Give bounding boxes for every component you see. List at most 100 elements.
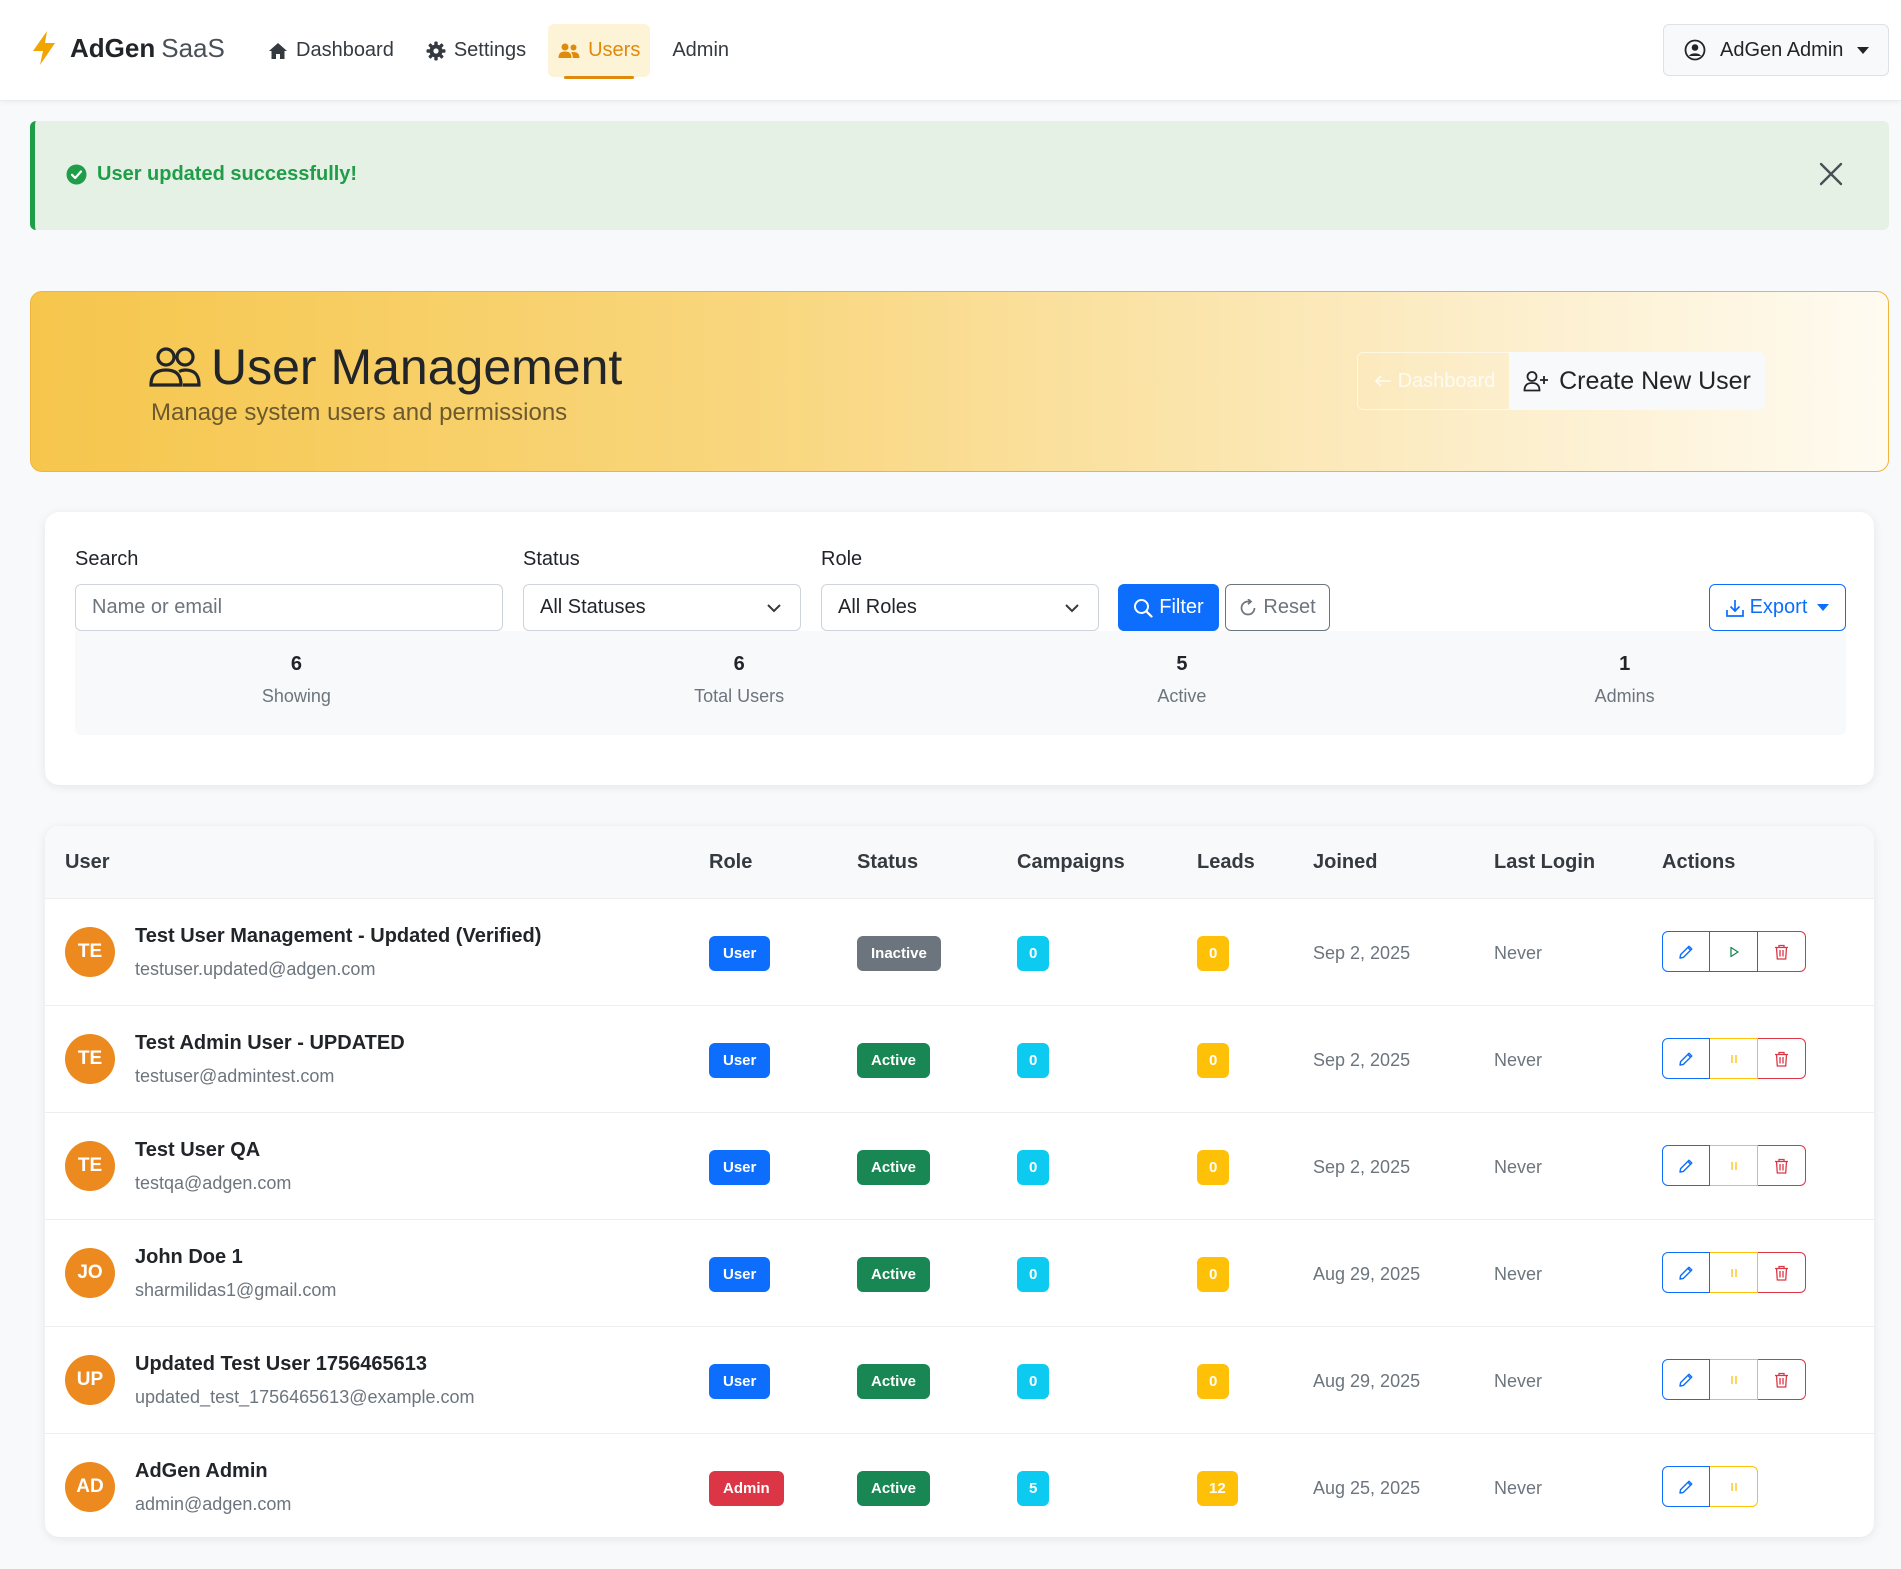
success-alert: User updated successfully!: [30, 121, 1889, 230]
caret-down-icon: [1857, 46, 1870, 54]
edit-user-button[interactable]: [1662, 1145, 1710, 1186]
row-actions: [1662, 931, 1806, 972]
campaigns-count: 0: [1029, 1052, 1038, 1069]
last-login: Never: [1494, 1050, 1543, 1070]
brand-logo[interactable]: AdGen SaaS: [30, 30, 225, 66]
edit-user-button[interactable]: [1662, 1038, 1710, 1079]
leads-badge: 0: [1197, 1257, 1230, 1292]
pause-icon: [1730, 1054, 1737, 1063]
chevron-down-icon: [1065, 604, 1079, 613]
status-select[interactable]: All Statuses: [523, 584, 801, 631]
deactivate-user-button[interactable]: [1710, 1252, 1758, 1293]
caret-down-icon: [1817, 604, 1830, 611]
delete-user-button[interactable]: [1758, 1359, 1806, 1400]
pencil-icon: [1679, 945, 1693, 959]
pause-icon: [1730, 1482, 1737, 1491]
stat-admins: 1 Admins: [1403, 631, 1846, 735]
user-email: testuser@admintest.com: [135, 1066, 335, 1086]
avatar: AD: [65, 1462, 115, 1512]
last-login: Never: [1494, 1371, 1543, 1391]
role-select-value: All Roles: [838, 596, 917, 618]
last-login: Never: [1494, 1478, 1543, 1498]
search-input[interactable]: Name or email: [75, 584, 503, 631]
filter-button[interactable]: Filter: [1118, 584, 1219, 631]
status-badge-text: Active: [871, 1159, 917, 1176]
reset-button[interactable]: Reset: [1225, 584, 1330, 631]
pencil-icon: [1679, 1266, 1693, 1280]
user-menu-dropdown[interactable]: AdGen Admin: [1663, 24, 1889, 76]
status-badge: Active: [857, 1471, 931, 1506]
deactivate-user-button[interactable]: [1710, 1466, 1758, 1507]
leads-count: 0: [1209, 1159, 1218, 1176]
chevron-down-icon: [767, 604, 781, 613]
create-button-label: Create New User: [1559, 366, 1751, 395]
trash-icon: [1775, 1372, 1788, 1388]
role-badge-text: Admin: [723, 1480, 770, 1497]
create-new-user-button[interactable]: Create New User: [1509, 352, 1765, 410]
nav-item-dashboard[interactable]: Dashboard: [258, 24, 404, 77]
delete-user-button[interactable]: [1758, 931, 1806, 972]
avatar-initials: JO: [77, 1262, 103, 1283]
nav-item-admin[interactable]: Admin: [662, 24, 739, 77]
column-header-status: Status: [857, 851, 919, 873]
gear-icon: [426, 41, 446, 60]
alert-message: User updated successfully!: [66, 163, 357, 186]
edit-user-button[interactable]: [1662, 1252, 1710, 1293]
status-badge: Active: [857, 1043, 931, 1078]
avatar-initials: TE: [77, 1155, 103, 1176]
search-icon: [1134, 598, 1153, 618]
reset-button-label: Reset: [1263, 596, 1316, 618]
role-badge: User: [709, 1257, 771, 1292]
edit-user-button[interactable]: [1662, 1359, 1710, 1400]
table-row: UP Updated Test User 1756465613 updated_te…: [45, 1326, 1874, 1433]
pause-icon: [1730, 1161, 1737, 1170]
search-label: Search: [75, 548, 139, 570]
joined-date: Aug 29, 2025: [1313, 1371, 1421, 1391]
deactivate-user-button[interactable]: [1710, 1359, 1758, 1400]
edit-user-button[interactable]: [1662, 931, 1710, 972]
row-actions: [1662, 1038, 1806, 1079]
stat-value: 6: [290, 653, 302, 675]
avatar: TE: [65, 927, 115, 977]
nav-item-label: Settings: [453, 39, 527, 61]
brand-name: AdGen: [70, 32, 156, 63]
joined-date: Sep 2, 2025: [1313, 1157, 1411, 1177]
export-dropdown-button[interactable]: Export: [1709, 584, 1846, 631]
status-badge-text: Active: [871, 1373, 917, 1390]
nav-item-settings[interactable]: Settings: [416, 24, 536, 77]
user-name: Updated Test User 1756465613: [135, 1353, 428, 1375]
user-stats: 6 Showing 6 Total Users 5 Active 1 Admin…: [75, 631, 1846, 735]
nav-item-users[interactable]: Users: [548, 24, 651, 79]
deactivate-user-button[interactable]: [1710, 1038, 1758, 1079]
avatar: TE: [65, 1141, 115, 1191]
close-icon[interactable]: [1818, 161, 1844, 187]
user-email: sharmilidas1@gmail.com: [135, 1280, 337, 1300]
activate-user-button[interactable]: [1710, 931, 1758, 972]
home-icon: [269, 42, 287, 59]
column-header-actions: Actions: [1662, 851, 1736, 873]
leads-badge: 12: [1197, 1471, 1238, 1506]
stat-label: Showing: [261, 686, 331, 706]
leads-count: 0: [1209, 1373, 1218, 1390]
role-select[interactable]: All Roles: [821, 584, 1099, 631]
stat-label: Admins: [1594, 686, 1655, 706]
last-login: Never: [1494, 1157, 1543, 1177]
nav-links: Dashboard Settings Users Admin: [258, 24, 751, 79]
delete-user-button[interactable]: [1758, 1038, 1806, 1079]
column-header-leads: Leads: [1197, 851, 1255, 873]
leads-badge: 0: [1197, 1364, 1230, 1399]
edit-user-button[interactable]: [1662, 1466, 1710, 1507]
back-to-dashboard-button[interactable]: Dashboard: [1357, 352, 1512, 410]
person-plus-icon: [1523, 371, 1549, 392]
table-row: AD AdGen Admin admin@adgen.com Admin Active 5…: [45, 1433, 1874, 1537]
role-badge: User: [709, 1043, 771, 1078]
check-circle-icon: [66, 164, 87, 185]
delete-user-button[interactable]: [1758, 1252, 1806, 1293]
role-badge: Admin: [709, 1471, 784, 1506]
deactivate-user-button[interactable]: [1710, 1145, 1758, 1186]
delete-user-button[interactable]: [1758, 1145, 1806, 1186]
nav-item-label: Admin: [672, 39, 730, 61]
stat-total-users: 6 Total Users: [518, 631, 961, 735]
role-label: Role: [821, 548, 863, 570]
status-badge: Inactive: [857, 936, 941, 971]
